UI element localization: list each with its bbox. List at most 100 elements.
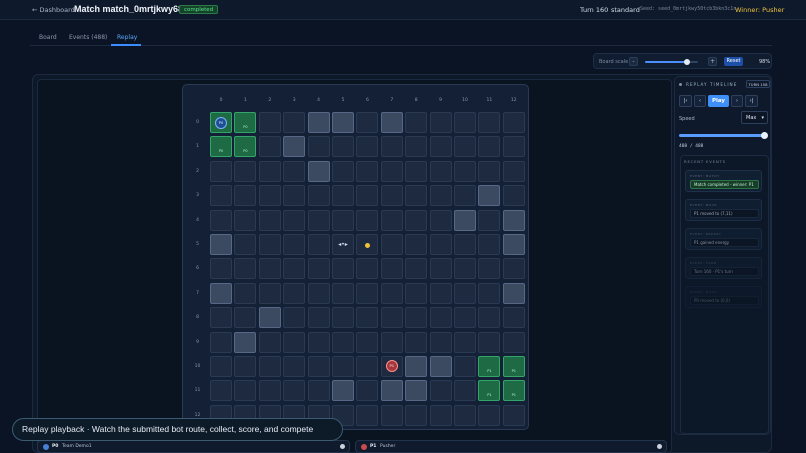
row-label: 8	[196, 315, 199, 321]
event-kind: EVENT: ENERGY	[690, 232, 722, 236]
board-cell	[283, 112, 306, 133]
column-label: 2	[268, 98, 272, 103]
active-tab-indicator	[111, 44, 141, 46]
board-cell	[478, 258, 501, 280]
event-card: EVENT: MOVE P1 moved to (7,11)	[685, 199, 762, 221]
playback-progress-handle[interactable]	[761, 132, 768, 139]
board-cell	[380, 282, 403, 304]
event-kind: EVENT: MOVE	[690, 290, 717, 294]
board-cell-wall	[454, 209, 476, 231]
board-cell	[258, 112, 281, 133]
board-cell	[332, 307, 354, 329]
board-cell	[478, 282, 501, 304]
board-cell	[234, 185, 257, 207]
board-cell	[405, 404, 428, 426]
board-cell	[307, 282, 330, 304]
info-icon[interactable]	[340, 444, 345, 449]
player-p0-token: P0	[215, 117, 227, 129]
board-cell	[356, 307, 379, 329]
board-cell	[210, 380, 232, 402]
cell-owner-label: P0	[243, 149, 248, 154]
playback-progress-slider[interactable]	[679, 134, 766, 137]
tab-bar: Board Events (488) Replay	[30, 30, 772, 46]
board-cell	[356, 282, 379, 304]
info-icon[interactable]	[657, 444, 662, 449]
player-id: P1	[370, 444, 377, 449]
cell-owner-label: P1	[511, 369, 516, 373]
column-label: 12	[510, 98, 517, 103]
board-cell	[454, 404, 476, 426]
board-cell	[380, 185, 403, 207]
board-cell	[478, 209, 501, 231]
board-cell	[283, 356, 306, 377]
board-scale-percent: 98%	[759, 59, 771, 65]
column-label: 0	[219, 98, 223, 103]
board-cell	[307, 380, 330, 402]
tab-events[interactable]: Events (488)	[69, 34, 107, 41]
board-cell	[210, 356, 232, 377]
first-frame-button[interactable]: |‹	[679, 95, 692, 107]
board-cell-wall	[258, 307, 281, 329]
board-cell	[478, 331, 501, 353]
tab-replay[interactable]: Replay	[117, 34, 137, 41]
board-cell	[283, 307, 306, 329]
board-cell	[405, 331, 428, 353]
speed-select[interactable]: Max ▾	[741, 111, 768, 124]
prev-frame-button[interactable]: ‹	[694, 95, 706, 107]
board-cell	[429, 185, 452, 207]
board-cell	[234, 380, 257, 402]
board-cell	[307, 258, 330, 280]
seed-text: Seed: seed_0mrtjkwy50tcb3bkn3c1n	[640, 6, 737, 12]
timeline-turn-badge: TURN 158	[746, 80, 770, 88]
event-message: Turn 160 · P1's turn	[690, 267, 759, 276]
page-title: Match match_0mrtjkwy68...	[74, 4, 191, 14]
tab-board[interactable]: Board	[39, 34, 57, 41]
scale-increase-button[interactable]: +	[708, 57, 717, 66]
board-cell-p0: P0	[234, 136, 257, 158]
board-cell	[429, 404, 452, 426]
event-message: P1 moved to (7,11)	[690, 209, 759, 218]
board-cell	[356, 185, 379, 207]
back-to-dashboard-link[interactable]: ← Dashboard	[32, 6, 75, 14]
column-label: 6	[365, 98, 369, 103]
board-cell	[210, 209, 232, 231]
board-cell	[405, 258, 428, 280]
recent-events-title: RECENT EVENTS	[684, 159, 726, 164]
board-cell	[405, 136, 428, 158]
board-cell	[502, 404, 525, 426]
board-cell	[429, 258, 452, 280]
board-cell-wall	[283, 136, 306, 158]
board-cell	[258, 380, 281, 402]
board-cell	[258, 258, 281, 280]
board-cell	[454, 380, 476, 402]
timeline-title: REPLAY TIMELINE	[686, 82, 738, 87]
column-label: 3	[292, 98, 296, 103]
status-badge: completed	[179, 5, 219, 14]
board-cell-wall	[332, 112, 354, 133]
robot-icon: ◂•▸	[338, 241, 348, 248]
play-button[interactable]: Play	[708, 95, 729, 107]
board-scale-slider-handle[interactable]	[684, 59, 691, 65]
board-cell	[234, 356, 257, 377]
board-cell	[356, 136, 379, 158]
board-cell	[502, 160, 525, 182]
board-cell	[429, 331, 452, 353]
board-scale-slider[interactable]	[645, 59, 698, 65]
next-frame-button[interactable]: ›	[731, 95, 743, 107]
board-cell-wall	[502, 209, 525, 231]
board-cell	[283, 331, 306, 353]
event-message: P0 moved to (0,0)	[690, 296, 759, 305]
board-cell	[307, 331, 330, 353]
board-scale-control: Board scale - + Reset 98%	[593, 53, 772, 69]
board-cell	[210, 307, 232, 329]
board-cell	[429, 307, 452, 329]
board-cell	[405, 160, 428, 182]
last-frame-button[interactable]: ›|	[745, 95, 758, 107]
board-cell-wall	[502, 282, 525, 304]
scale-reset-button[interactable]: Reset	[724, 57, 743, 66]
row-label: 10	[194, 364, 201, 369]
timeline-dot-icon	[679, 83, 682, 86]
scale-decrease-button[interactable]: -	[629, 57, 638, 66]
board-cell	[283, 160, 306, 182]
board-cell	[454, 282, 476, 304]
